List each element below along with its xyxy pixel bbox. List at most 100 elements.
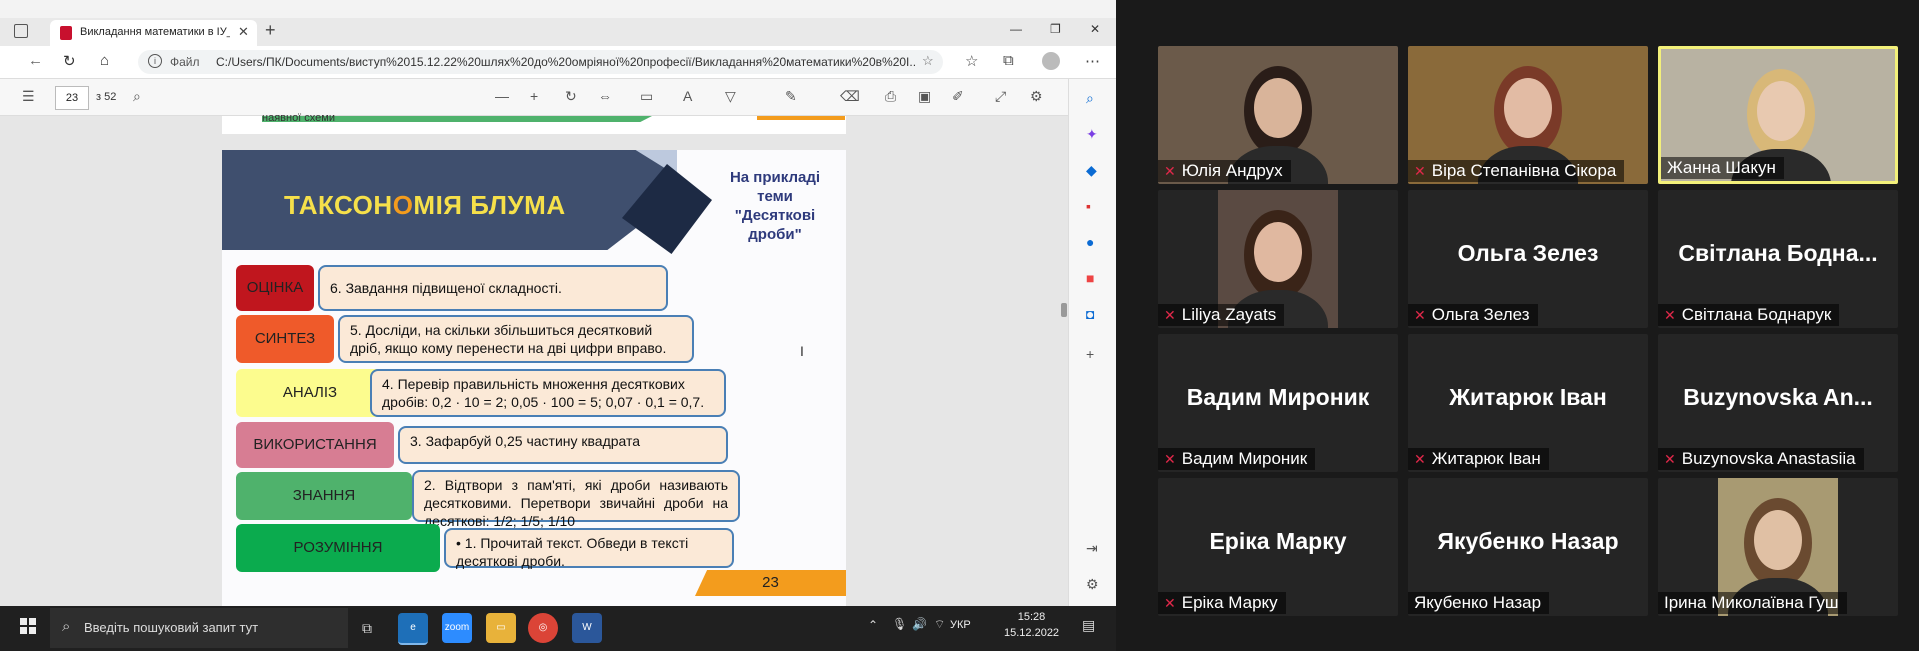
slide-title: ТАКСОНОМІЯ БЛУМА [284, 190, 566, 221]
language-indicator[interactable]: УКР [950, 619, 971, 631]
url-field[interactable]: i Файл C:/Users/ПК/Documents/виступ%2015… [138, 50, 943, 74]
page-number-input[interactable]: 23 [55, 86, 89, 110]
tray-mic-icon[interactable]: 🎙 [892, 617, 907, 631]
collections-icon[interactable]: ⧉ [1003, 52, 1014, 69]
sidebar-hide-icon[interactable]: ⇥ [1086, 540, 1098, 557]
participant-tile[interactable]: Якубенко Назар Якубенко Назар [1408, 478, 1648, 616]
participant-name-large: Якубенко Назар [1437, 528, 1619, 554]
back-icon[interactable]: ← [28, 52, 43, 69]
previous-slide-accent [757, 116, 845, 120]
maximize-button[interactable]: ❐ [1050, 22, 1061, 36]
highlight-icon[interactable]: ▽ [725, 88, 736, 105]
participant-name: Віра Степанівна Сікора [1431, 161, 1617, 180]
participant-name-large: Ольга Зелез [1457, 240, 1599, 266]
favorites-icon[interactable]: ☆ [965, 52, 978, 70]
read-aloud-icon[interactable]: A [683, 88, 692, 104]
profile-avatar[interactable] [1042, 52, 1060, 70]
participant-tile[interactable]: Еріка Марку ✕ Еріка Марку [1158, 478, 1398, 616]
participant-caption: ✕ Еріка Марку [1158, 592, 1286, 614]
fit-page-icon[interactable]: ⇔ [598, 88, 612, 104]
sidebar-shopping-icon[interactable]: ◆ [1086, 162, 1097, 179]
level-label: СИНТЕЗ [236, 315, 334, 363]
volume-icon[interactable]: 🔊 [912, 617, 927, 631]
windows-start-icon[interactable] [20, 618, 36, 634]
level-task: 5. Досліди, на скільки збільшиться десят… [338, 315, 694, 363]
sidebar-office-icon[interactable]: ■ [1086, 270, 1094, 286]
draw-icon[interactable]: ✎ [785, 88, 797, 105]
participant-name: Жанна Шакун [1667, 158, 1776, 177]
taskbar-search[interactable]: ⌕ Введіть пошуковий запит тут [50, 608, 348, 648]
sidebar-search-icon[interactable]: ⌕ [1086, 90, 1094, 107]
clock-date: 15.12.2022 [1004, 627, 1060, 639]
page-view-icon[interactable]: ▭ [640, 88, 653, 105]
tab-pdf[interactable]: Викладання математики в ІУ_Д ✕ [50, 20, 257, 46]
example-caption: На прикладі теми "Десяткові дроби" [729, 169, 821, 243]
refresh-icon[interactable]: ↻ [63, 52, 76, 70]
close-window-button[interactable]: ✕ [1090, 22, 1100, 36]
participant-name-large: Еріка Марку [1209, 528, 1347, 554]
participant-caption: ✕ Buzynovska Anastasiia [1658, 448, 1864, 470]
new-tab-button[interactable]: + [265, 20, 276, 41]
participant-tile[interactable]: ✕ Liliya Zayats [1158, 190, 1398, 328]
settings-icon[interactable]: ⚙ [1030, 88, 1043, 105]
zoom-in-icon[interactable]: + [530, 88, 538, 104]
sidebar-add-icon[interactable]: + [1086, 346, 1094, 362]
print-icon[interactable]: ⎙ [885, 88, 896, 105]
level-task: 3. Зафарбуй 0,25 частину квадрата [398, 426, 728, 464]
browser-window: Викладання математики в ІУ_Д ✕ + — ❐ ✕ ←… [0, 0, 1116, 651]
zoom-out-icon[interactable]: — [495, 88, 509, 104]
rotate-icon[interactable]: ↻ [565, 88, 577, 105]
task-view-icon[interactable]: ⧉ [352, 613, 382, 643]
participant-name-large: Житарюк Іван [1449, 384, 1607, 410]
file-label: Файл [170, 55, 200, 69]
save-as-icon[interactable]: ✐ [952, 88, 964, 105]
search-icon[interactable]: ⌕ [133, 88, 141, 105]
taskbar-search-placeholder: Введіть пошуковий запит тут [84, 620, 259, 635]
muted-mic-icon: ✕ [1164, 595, 1176, 611]
more-menu-icon[interactable]: ⋯ [1085, 52, 1100, 70]
tray-chevron-icon[interactable]: ⌃ [868, 618, 878, 632]
participant-tile[interactable]: ✕ Юлія Андрух [1158, 46, 1398, 184]
participant-face [1254, 222, 1302, 282]
muted-mic-icon: ✕ [1164, 451, 1176, 467]
sidebar-tools-icon[interactable]: ▪ [1086, 198, 1091, 214]
close-tab-icon[interactable]: ✕ [238, 24, 249, 40]
participant-face [1504, 78, 1552, 138]
chrome-app-icon[interactable]: ◎ [528, 613, 558, 643]
word-app-icon[interactable]: W [572, 613, 602, 643]
participant-tile[interactable]: Buzynovska An... ✕ Buzynovska Anastasiia [1658, 334, 1898, 472]
participant-tile[interactable]: Ольга Зелез ✕ Ольга Зелез [1408, 190, 1648, 328]
scrollbar-thumb[interactable] [1061, 303, 1067, 317]
sidebar-discover-icon[interactable]: ✦ [1086, 126, 1098, 143]
participant-tile[interactable]: Вадим Мироник ✕ Вадим Мироник [1158, 334, 1398, 472]
muted-mic-icon: ✕ [1414, 451, 1426, 467]
sidebar-outlook-icon[interactable]: ◘ [1086, 306, 1094, 322]
info-icon[interactable]: i [148, 54, 162, 68]
participant-tile[interactable]: ✕ Віра Степанівна Сікора [1408, 46, 1648, 184]
tab-actions-icon[interactable] [14, 24, 28, 38]
sidebar-settings-icon[interactable]: ⚙ [1086, 576, 1099, 593]
scrollbar[interactable] [1060, 116, 1068, 606]
fullscreen-icon[interactable]: ⤢ [995, 88, 1006, 105]
participant-caption: ✕ Юлія Андрух [1158, 160, 1291, 182]
save-icon[interactable]: ▣ [918, 88, 931, 105]
zoom-app-icon[interactable]: zoom [442, 613, 472, 643]
home-icon[interactable]: ⌂ [100, 52, 109, 69]
notifications-icon[interactable]: ▤ [1082, 617, 1095, 634]
erase-icon[interactable]: ⌫ [840, 88, 860, 105]
participant-tile[interactable]: Жанна Шакун [1658, 46, 1898, 184]
level-label: ЗНАННЯ [236, 472, 412, 520]
network-icon[interactable]: ⌔ [934, 617, 945, 632]
muted-mic-icon: ✕ [1414, 163, 1426, 179]
url-text[interactable]: C:/Users/ПК/Documents/виступ%2015.12.22%… [216, 55, 916, 69]
sidebar-games-icon[interactable]: ● [1086, 234, 1094, 250]
edge-app-icon[interactable]: e [398, 613, 428, 645]
favorite-star-icon[interactable]: ☆ [922, 53, 934, 69]
contents-icon[interactable]: ☰ [22, 88, 35, 105]
explorer-app-icon[interactable]: ▭ [486, 613, 516, 643]
clock[interactable]: 15:28 15.12.2022 [1004, 609, 1059, 641]
participant-tile[interactable]: Ірина Миколаївна Гуш [1658, 478, 1898, 616]
participant-tile[interactable]: Житарюк Іван ✕ Житарюк Іван [1408, 334, 1648, 472]
participant-tile[interactable]: Світлана Бодна... ✕ Світлана Боднарук [1658, 190, 1898, 328]
minimize-button[interactable]: — [1010, 22, 1022, 36]
